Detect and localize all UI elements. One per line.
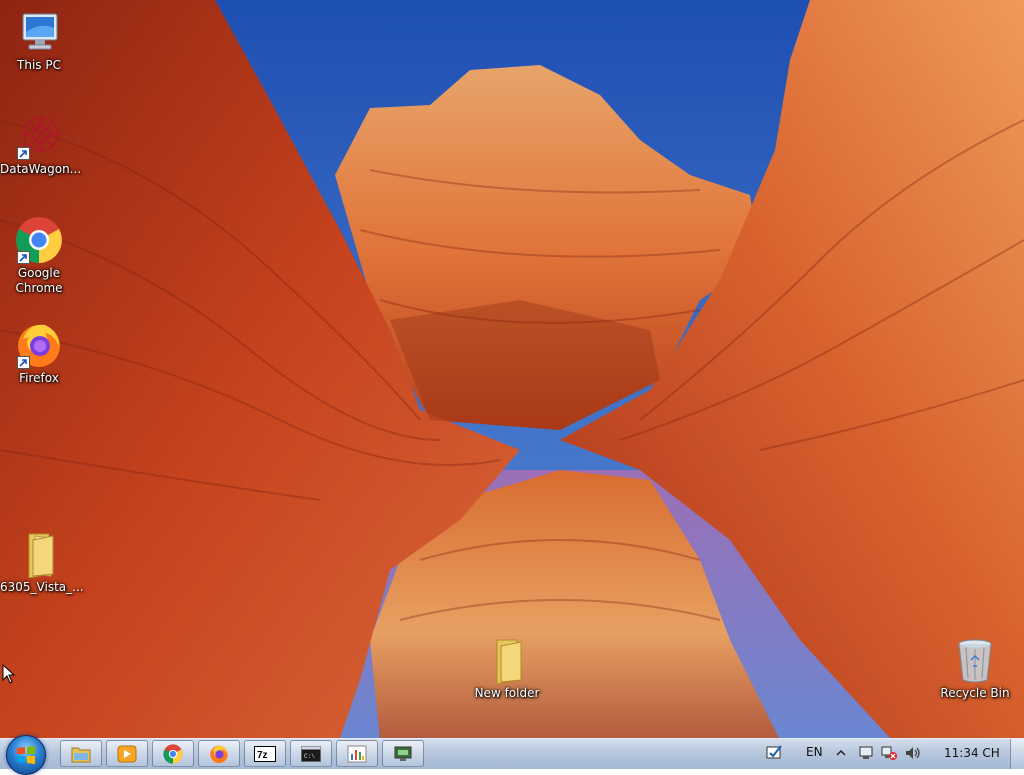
network-disconnected-icon[interactable] bbox=[880, 745, 898, 764]
start-button[interactable] bbox=[6, 735, 46, 775]
desktop-icon-datawagon[interactable]: DataWagon... bbox=[0, 112, 82, 177]
desktop-icon-google-chrome[interactable]: Google Chrome bbox=[0, 216, 78, 296]
windows-logo-icon bbox=[17, 746, 35, 764]
folder-icon bbox=[483, 636, 531, 685]
shortcut-arrow-icon bbox=[17, 356, 30, 369]
taskbar-firefox[interactable] bbox=[198, 740, 240, 767]
svg-text:7z: 7z bbox=[257, 750, 268, 761]
monitor-icon bbox=[394, 746, 412, 761]
taskbar-file-explorer[interactable] bbox=[60, 740, 102, 767]
datawagon-icon bbox=[15, 112, 63, 160]
desktop-icon-recycle-bin[interactable]: Recycle Bin bbox=[936, 636, 1014, 701]
mouse-cursor-icon bbox=[2, 663, 16, 689]
desktop-icon-6305-vista-folder[interactable]: 6305_Vista_... bbox=[0, 530, 84, 595]
desktop-wallpaper bbox=[0, 0, 1024, 738]
taskbar-remote-desktop[interactable] bbox=[382, 740, 424, 767]
chrome-icon bbox=[163, 743, 183, 764]
desktop-icon-label: Recycle Bin bbox=[940, 686, 1010, 700]
this-pc-icon bbox=[15, 8, 63, 56]
show-hidden-icons-button[interactable] bbox=[836, 745, 846, 764]
desktop-icon-label: New folder bbox=[474, 686, 540, 700]
volume-icon[interactable] bbox=[904, 745, 922, 764]
recycle-bin-icon bbox=[951, 636, 999, 684]
firefox-icon bbox=[210, 745, 228, 763]
show-desktop-button[interactable] bbox=[1010, 739, 1024, 769]
folder-icon bbox=[15, 530, 63, 579]
desktop-icon-label: Firefox bbox=[19, 371, 59, 385]
action-center-icon[interactable] bbox=[766, 744, 782, 763]
taskbar: 7z C:\ EN 11:34 CH bbox=[0, 735, 1024, 775]
chart-icon bbox=[347, 745, 367, 762]
desktop-icon-label: Google Chrome bbox=[15, 266, 63, 295]
taskbar-clock[interactable]: 11:34 CH bbox=[944, 746, 1000, 760]
device-icon[interactable] bbox=[858, 745, 874, 764]
desktop-icon-new-folder[interactable]: New folder bbox=[468, 636, 546, 701]
taskbar-7zip[interactable]: 7z bbox=[244, 740, 286, 767]
folder-icon bbox=[71, 747, 91, 762]
desktop-icon-label: DataWagon... bbox=[0, 162, 82, 176]
desktop-icon-firefox[interactable]: Firefox bbox=[0, 321, 78, 386]
language-indicator[interactable]: EN bbox=[806, 745, 823, 759]
taskbar-task-manager-chart[interactable] bbox=[336, 740, 378, 767]
desktop-icon-label: This PC bbox=[17, 58, 61, 72]
cmd-icon: C:\ bbox=[301, 745, 321, 762]
shortcut-arrow-icon bbox=[17, 251, 30, 264]
taskbar-command-prompt[interactable]: C:\ bbox=[290, 740, 332, 767]
desktop-icon-label: 6305_Vista_... bbox=[0, 580, 84, 594]
desktop-icon-this-pc[interactable]: This PC bbox=[0, 8, 78, 73]
play-icon bbox=[117, 745, 137, 762]
svg-text:C:\: C:\ bbox=[304, 753, 315, 760]
7zip-icon: 7z bbox=[254, 745, 276, 762]
taskbar-media-player[interactable] bbox=[106, 740, 148, 767]
taskbar-chrome[interactable] bbox=[152, 740, 194, 767]
chrome-icon bbox=[15, 216, 63, 264]
firefox-icon bbox=[15, 321, 63, 369]
shortcut-arrow-icon bbox=[17, 147, 30, 160]
